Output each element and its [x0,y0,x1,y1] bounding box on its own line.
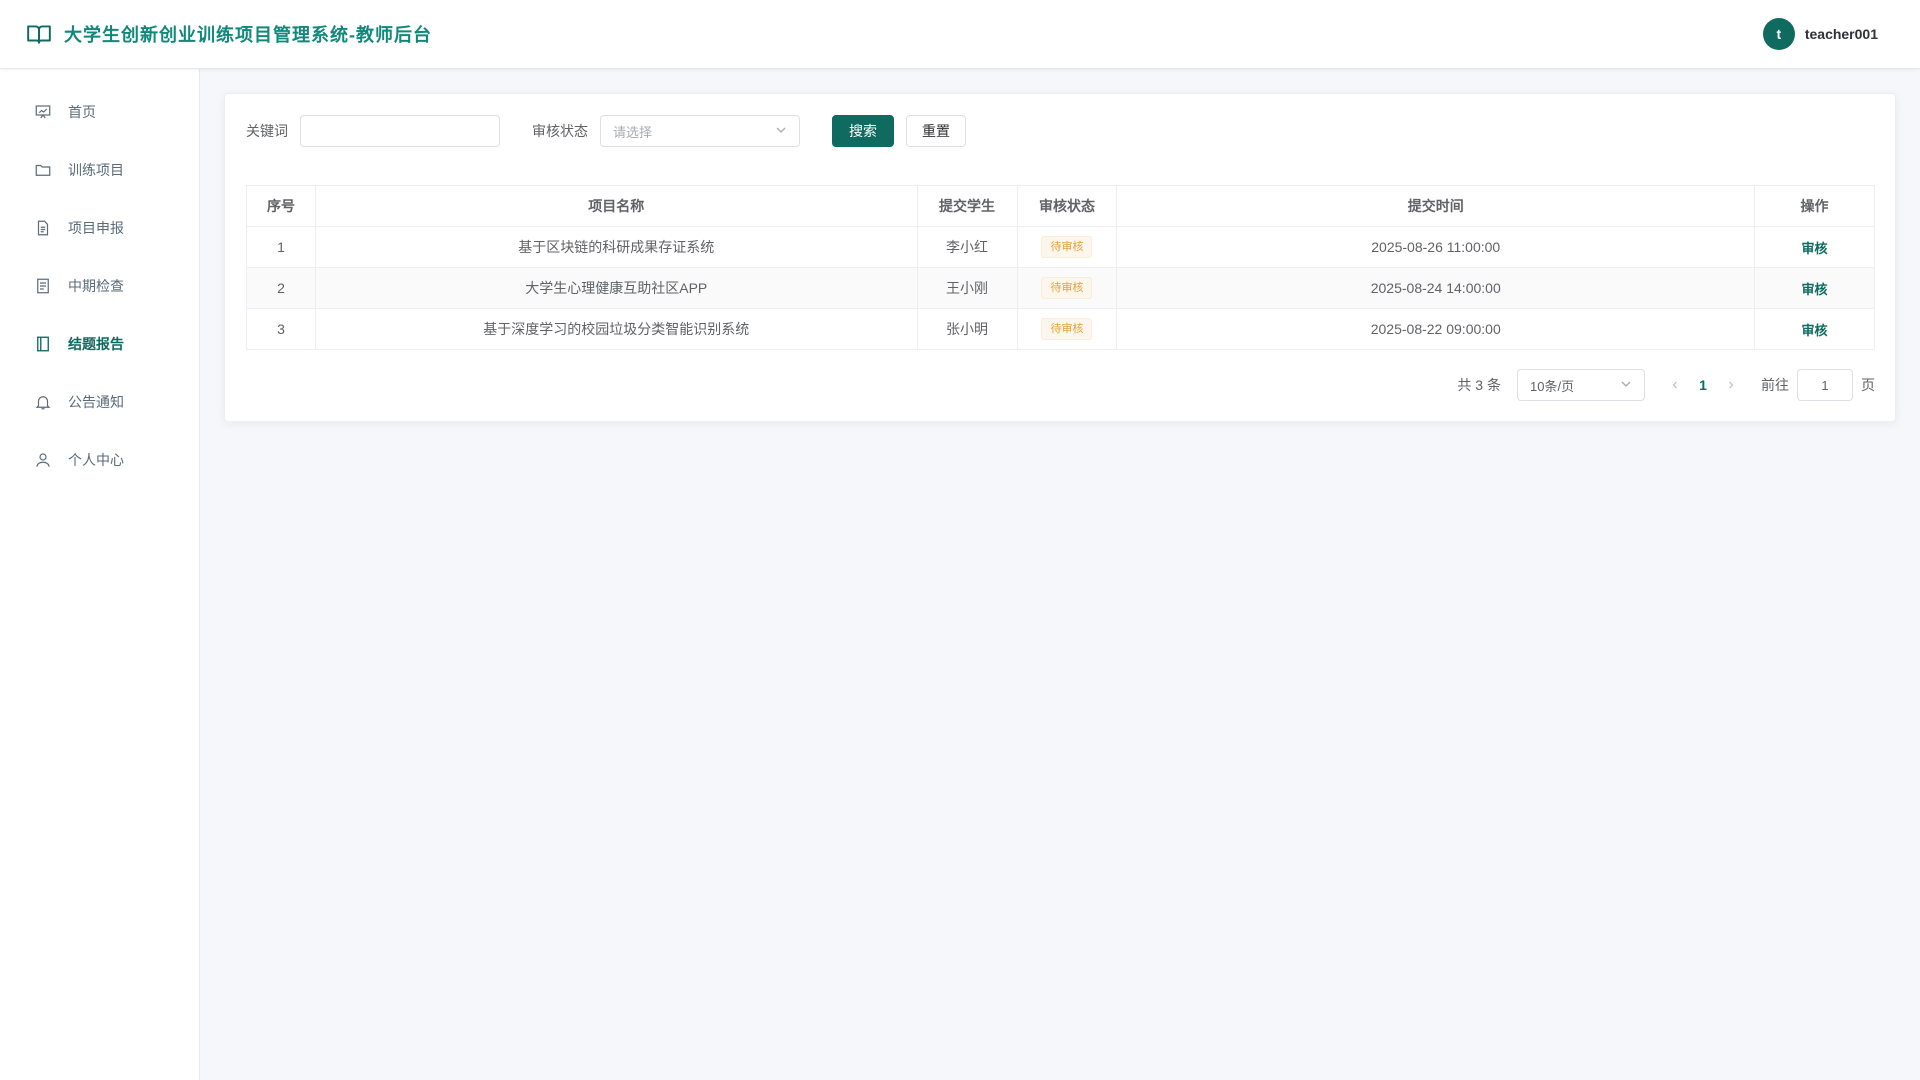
chevron-right-icon [1729,381,1734,389]
sidebar-item-application[interactable]: 项目申报 [0,199,199,257]
cell-time: 2025-08-24 14:00:00 [1116,267,1756,309]
cell-status: 待审核 [1016,226,1118,268]
sidebar-item-profile[interactable]: 个人中心 [0,431,199,489]
cell-project-name: 大学生心理健康互助社区APP [314,267,918,309]
table-header-row: 序号 项目名称 提交学生 审核状态 提交时间 操作 [246,185,1875,227]
sidebar-item-midterm[interactable]: 中期检查 [0,257,199,315]
cell-index: 3 [246,308,316,350]
folder-icon [34,161,52,179]
sidebar-item-label: 个人中心 [68,452,124,468]
review-button[interactable]: 审核 [1802,323,1828,338]
table-row: 1 基于区块链的科研成果存证系统 李小红 待审核 2025-08-26 11:0… [246,226,1875,268]
report-table: 序号 项目名称 提交学生 审核状态 提交时间 操作 1 基于区块链的科研成果存证… [246,185,1875,350]
page-suffix: 页 [1861,377,1875,393]
column-header: 序号 [246,185,316,227]
cell-time: 2025-08-22 09:00:00 [1116,308,1756,350]
search-button[interactable]: 搜索 [832,115,894,147]
table-row: 2 大学生心理健康互助社区APP 王小刚 待审核 2025-08-24 14:0… [246,267,1875,309]
checklist-icon [34,277,52,295]
sidebar-item-label: 项目申报 [68,220,124,236]
status-select-placeholder: 请选择 [613,124,653,140]
username[interactable]: teacher001 [1805,26,1878,42]
cell-student: 王小刚 [916,267,1018,309]
filter-bar: 关键词 审核状态 请选择 搜索 重置 [246,115,966,147]
cell-student: 李小红 [916,226,1018,268]
document-icon [34,219,52,237]
column-header: 项目名称 [314,185,918,227]
sidebar-item-notices[interactable]: 公告通知 [0,373,199,431]
column-header: 审核状态 [1016,185,1118,227]
sidebar-item-label: 首页 [68,104,96,120]
cell-time: 2025-08-26 11:00:00 [1116,226,1756,268]
cell-action: 审核 [1754,226,1875,268]
user-icon [34,451,52,469]
review-button[interactable]: 审核 [1802,241,1828,256]
sidebar-item-label: 中期检查 [68,278,124,294]
chevron-left-icon [1672,381,1677,389]
avatar[interactable]: t [1762,18,1795,50]
sidebar-item-label: 训练项目 [68,162,124,178]
page-size-value: 10条/页 [1530,378,1575,394]
keyword-label: 关键词 [246,123,288,139]
sidebar-item-projects[interactable]: 训练项目 [0,141,199,199]
keyword-input[interactable] [300,115,500,147]
goto-label: 前往 [1761,377,1789,393]
page-size-select[interactable]: 10条/页 [1517,369,1645,401]
review-button[interactable]: 审核 [1802,282,1828,297]
status-badge: 待审核 [1041,277,1093,299]
goto-page-input[interactable] [1797,369,1853,401]
status-badge: 待审核 [1041,236,1093,258]
app-title: 大学生创新创业训练项目管理系统-教师后台 [64,25,432,45]
table-row: 3 基于深度学习的校园垃圾分类智能识别系统 张小明 待审核 2025-08-22… [246,308,1875,350]
sidebar: 首页 训练项目 项目申报 中期检查 结题报告 公告通知 个人中心 [0,69,200,1080]
prev-page-button[interactable] [1663,369,1687,401]
column-header: 操作 [1754,185,1875,227]
status-badge: 待审核 [1041,318,1093,340]
cell-student: 张小明 [916,308,1018,350]
cell-action: 审核 [1754,308,1875,350]
notebook-icon [34,335,52,353]
chevron-down-icon [1620,378,1632,393]
cell-status: 待审核 [1016,308,1118,350]
cell-status: 待审核 [1016,267,1118,309]
status-select[interactable]: 请选择 [600,115,800,147]
chevron-down-icon [775,124,787,139]
pagination: 共 3 条 10条/页 1 前往 页 [1457,369,1875,401]
bell-icon [34,393,52,411]
cell-action: 审核 [1754,267,1875,309]
next-page-button[interactable] [1719,369,1743,401]
sidebar-item-label: 结题报告 [68,336,124,352]
page-number-button[interactable]: 1 [1687,369,1719,401]
reset-button[interactable]: 重置 [906,115,966,147]
top-header: 大学生创新创业训练项目管理系统-教师后台 t teacher001 [0,0,1920,69]
sidebar-item-label: 公告通知 [68,394,124,410]
column-header: 提交学生 [916,185,1018,227]
user-menu[interactable]: t teacher001 [1762,18,1894,50]
presentation-icon [34,103,52,121]
column-header: 提交时间 [1116,185,1756,227]
total-count: 共 3 条 [1457,377,1501,393]
cell-project-name: 基于深度学习的校园垃圾分类智能识别系统 [314,308,918,350]
content-card: 关键词 审核状态 请选择 搜索 重置 序号 项目名称 提交学生 审核状态 提交时… [224,93,1896,422]
book-icon [26,21,52,47]
sidebar-item-home[interactable]: 首页 [0,83,199,141]
cell-index: 1 [246,226,316,268]
cell-index: 2 [246,267,316,309]
status-label: 审核状态 [532,123,588,139]
sidebar-item-final-report[interactable]: 结题报告 [0,315,199,373]
cell-project-name: 基于区块链的科研成果存证系统 [314,226,918,268]
